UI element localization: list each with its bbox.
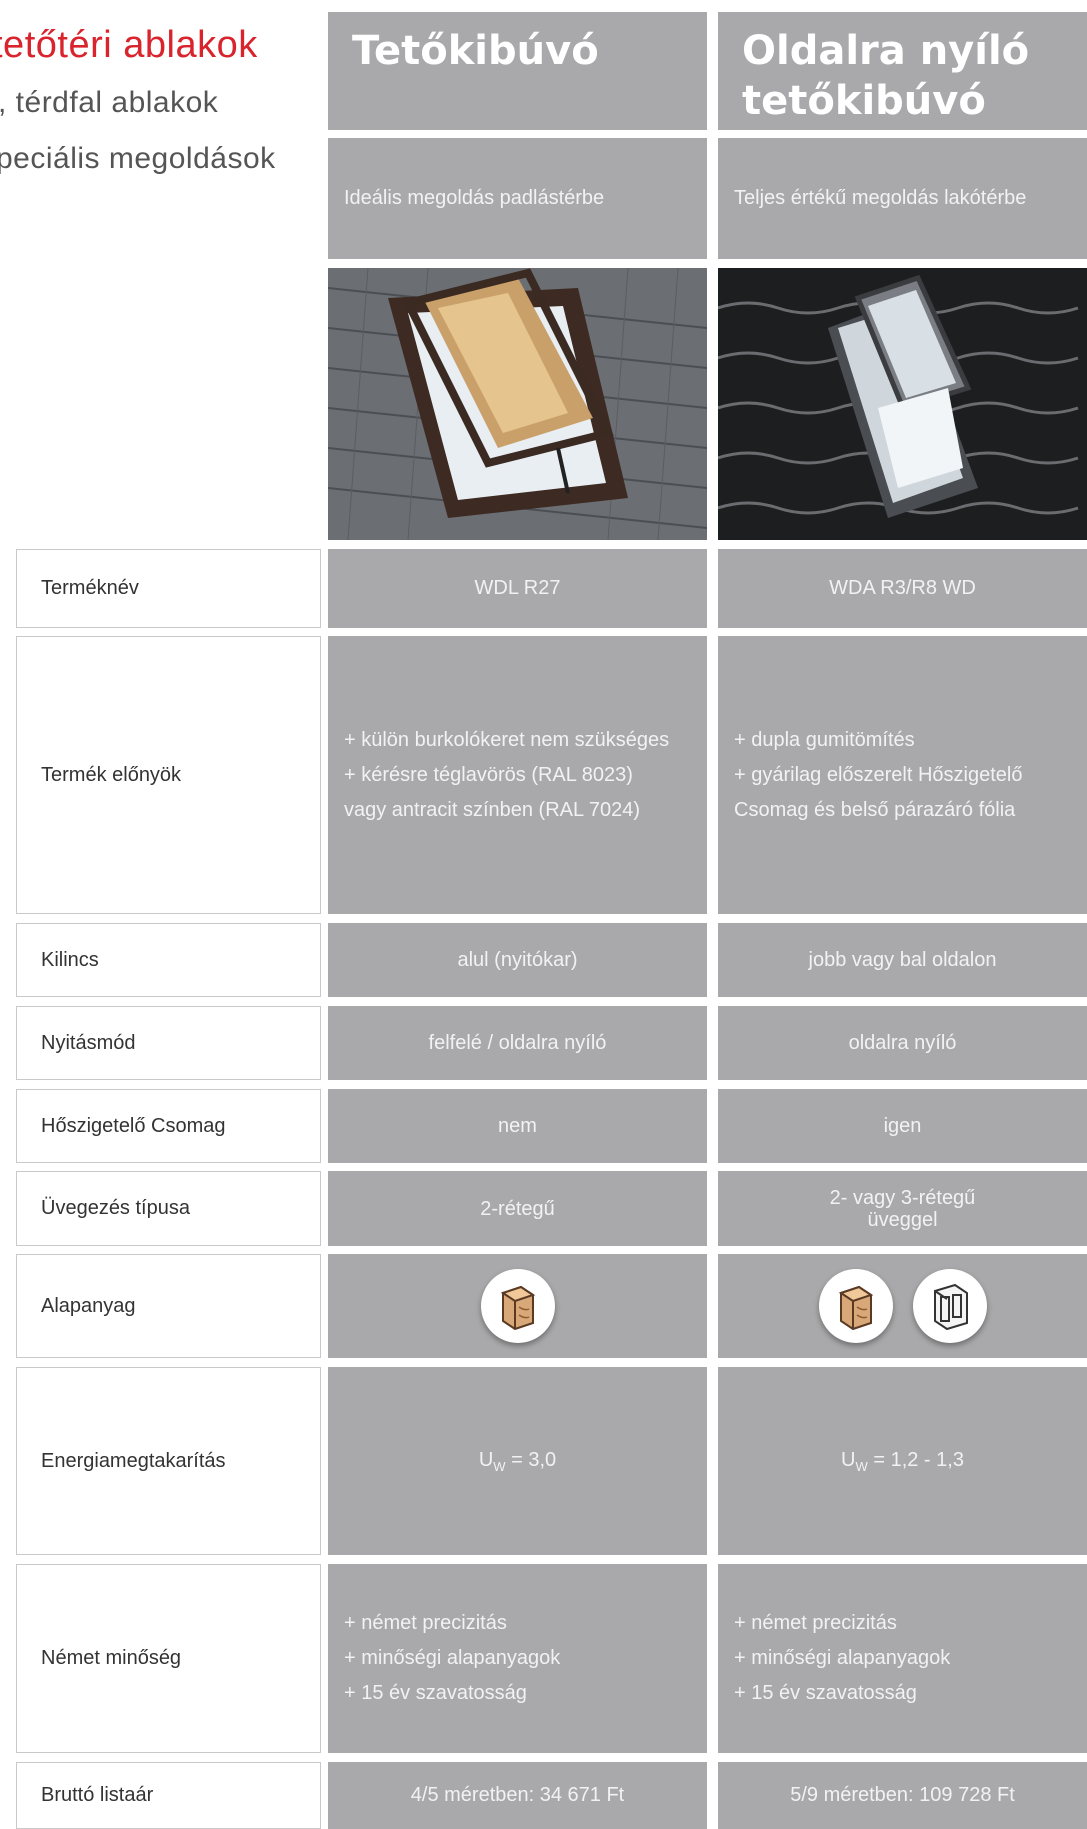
row-label-energy: Energiamegtakarítás [16,1367,321,1555]
plastic-profile-icon [912,1269,987,1343]
wood-icon [818,1269,893,1343]
row-label-glazing: Üvegezés típusa [16,1171,321,1246]
product-insulation: igen [718,1089,1087,1163]
product-quality: + német precizitás + minőségi alapanyago… [718,1564,1087,1753]
product-price: 5/9 méretben: 109 728 Ft [718,1762,1087,1829]
product-photo [718,268,1087,540]
product-glazing: 2-rétegű [328,1171,707,1246]
product-subtitle: Ideális megoldás padlástérbe [328,138,707,259]
wood-icon [480,1269,555,1343]
product-price: 4/5 méretben: 34 671 Ft [328,1762,707,1829]
product-glazing: 2- vagy 3-rétegű üveggel [718,1171,1087,1246]
product-title: Oldalra nyíló tetőkibúvó [718,12,1087,130]
row-label-quality: Német minőség [16,1564,321,1753]
product-benefits: + dupla gumitömítés + gyárilag előszerel… [718,636,1087,914]
nav-item-roof-windows[interactable]: tetőtéri ablakok [0,24,258,67]
row-label-material: Alapanyag [16,1254,321,1358]
product-name: WDL R27 [328,549,707,628]
product-quality: + német precizitás + minőségi alapanyago… [328,1564,707,1753]
product-name: WDA R3/R8 WD [718,549,1087,628]
product-handle: jobb vagy bal oldalon [718,923,1087,997]
row-label-opening: Nyitásmód [16,1006,321,1080]
product-photo [328,268,707,540]
product-insulation: nem [328,1089,707,1163]
row-label-insulation: Hőszigetelő Csomag [16,1089,321,1163]
product-energy: UW = 1,2 - 1,3 [718,1367,1087,1555]
nav-item-kneewall-windows[interactable]: , térdfal ablakok [0,86,218,120]
product-opening: oldalra nyíló [718,1006,1087,1080]
nav-item-special-solutions[interactable]: peciális megoldások [0,142,276,176]
product-benefits: + külön burkolókeret nem szükséges + kér… [328,636,707,914]
row-label-handle: Kilincs [16,923,321,997]
product-material [328,1254,707,1358]
row-label-product-name: Terméknév [16,549,321,628]
product-handle: alul (nyitókar) [328,923,707,997]
row-label-price: Bruttó listaár [16,1762,321,1829]
product-subtitle: Teljes értékű megoldás lakótérbe [718,138,1087,259]
product-energy: UW = 3,0 [328,1367,707,1555]
product-title: Tetőkibúvó [328,12,707,130]
product-opening: felfelé / oldalra nyíló [328,1006,707,1080]
product-material [718,1254,1087,1358]
row-label-benefits: Termék előnyök [16,636,321,914]
